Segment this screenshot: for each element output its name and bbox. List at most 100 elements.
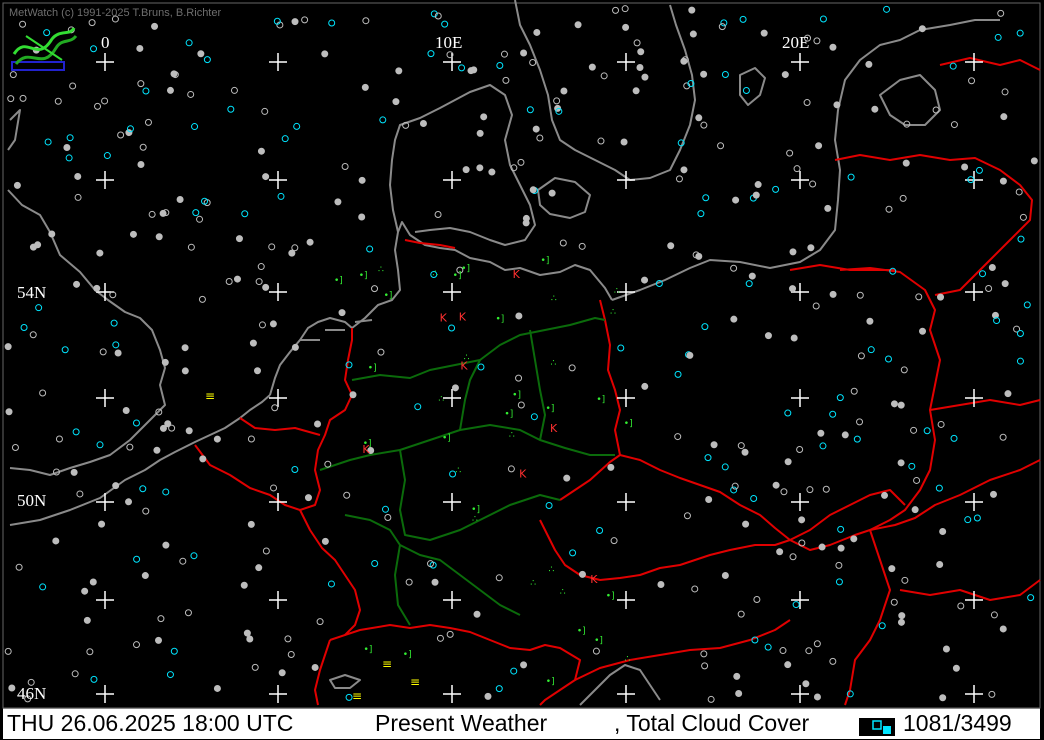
cloud-cover-symbol xyxy=(817,429,825,437)
cloud-cover-symbol xyxy=(641,382,649,390)
cloud-cover-symbol xyxy=(829,43,837,51)
cloud-cover-symbol xyxy=(733,672,741,680)
cloud-cover-symbol xyxy=(898,612,906,620)
rain-symbol: ∴ xyxy=(530,578,536,588)
thunderstorm-symbol: K xyxy=(590,573,598,586)
cloud-cover-symbol xyxy=(837,544,845,552)
cloud-cover-symbol xyxy=(122,406,130,414)
cloud-cover-symbol xyxy=(897,459,905,467)
cloud-cover-symbol xyxy=(700,70,708,78)
cloud-cover-symbol xyxy=(137,161,145,169)
cloud-cover-symbol xyxy=(789,285,797,293)
cloud-cover-symbol xyxy=(890,400,898,408)
rain-symbol: ∴ xyxy=(509,431,515,441)
cloud-cover-symbol xyxy=(578,570,586,578)
cloud-cover-symbol xyxy=(911,506,919,514)
rain-symbol: •] xyxy=(453,271,462,281)
cloud-cover-symbol xyxy=(334,198,342,206)
cloud-cover-symbol xyxy=(680,57,688,65)
cloud-cover-symbol xyxy=(919,327,927,335)
rain-symbol: •] xyxy=(471,505,480,515)
cloud-cover-symbol xyxy=(721,572,729,580)
lat-label-46n: 46N xyxy=(17,684,47,703)
cloud-cover-symbol xyxy=(818,543,826,551)
cloud-cover-symbol xyxy=(990,490,998,498)
fog-symbol: ≡ xyxy=(352,689,362,703)
cloud-cover-symbol xyxy=(83,616,91,624)
cloud-cover-symbol xyxy=(1001,280,1009,288)
rain-symbol: •] xyxy=(495,315,504,325)
cloud-cover-symbol xyxy=(871,105,879,113)
cloud-cover-symbol xyxy=(358,176,366,184)
cloud-cover-symbol xyxy=(13,181,21,189)
rain-symbol: •] xyxy=(359,271,368,281)
rain-symbol: •] xyxy=(541,256,550,266)
cloud-cover-symbol xyxy=(233,275,241,283)
status-bar: THU 26.06.2025 18:00 UTC Present Weather… xyxy=(3,708,1040,739)
cloud-cover-symbol xyxy=(688,6,696,14)
cloud-cover-symbol xyxy=(4,343,12,351)
cloud-cover-symbol xyxy=(988,263,996,271)
cloud-cover-symbol xyxy=(902,159,910,167)
cloud-cover-symbol xyxy=(813,693,821,701)
cloud-cover-symbol xyxy=(253,367,261,375)
cloud-cover-symbol xyxy=(249,339,257,347)
cloud-cover-symbol xyxy=(730,315,738,323)
rain-symbol: •] xyxy=(594,636,603,646)
cloud-cover-symbol xyxy=(161,358,169,366)
rain-symbol: •] xyxy=(364,645,373,655)
rain-symbol: ∴ xyxy=(614,287,620,297)
cloud-cover-symbol xyxy=(181,344,189,352)
cloud-cover-symbol xyxy=(574,21,582,29)
cloud-cover-symbol xyxy=(151,22,159,30)
cloud-cover-symbol xyxy=(93,284,101,292)
rain-symbol: ∴ xyxy=(610,308,616,318)
cloud-cover-symbol xyxy=(213,435,221,443)
cloud-cover-symbol xyxy=(321,50,329,58)
lon-label-10e: 10E xyxy=(435,33,463,52)
weather-map[interactable]: •]∴∴∴∴∴•]K•]•]•]•]•]∴•]•]∴ •]•]∴•]•]•]KK•… xyxy=(0,0,1044,740)
cloud-cover-symbol xyxy=(125,129,133,137)
cloud-cover-symbol xyxy=(802,680,810,688)
cloud-cover-symbol xyxy=(897,401,905,409)
cloud-cover-symbol xyxy=(462,166,470,174)
cloud-cover-symbol xyxy=(181,367,189,375)
cloud-cover-symbol xyxy=(89,578,97,586)
station-counter: 1081/3499 xyxy=(903,710,1012,736)
cloud-cover-symbol xyxy=(532,125,540,133)
cloud-cover-symbol xyxy=(431,578,439,586)
overlay-label: , Total Cloud Cover xyxy=(614,710,810,736)
cloud-cover-symbol xyxy=(136,44,144,52)
rain-symbol: ∴ xyxy=(455,466,461,476)
cloud-cover-symbol xyxy=(278,669,286,677)
cloud-cover-symbol xyxy=(897,618,905,626)
cloud-cover-symbol xyxy=(888,565,896,573)
cloud-cover-symbol xyxy=(732,196,740,204)
cloud-cover-symbol xyxy=(246,635,254,643)
cloud-cover-symbol xyxy=(1000,113,1008,121)
cloud-cover-symbol xyxy=(1030,157,1038,165)
cloud-cover-symbol xyxy=(314,420,322,428)
fog-symbol: ≡ xyxy=(205,389,215,403)
rain-symbol: •] xyxy=(546,404,555,414)
cloud-cover-symbol xyxy=(476,129,484,137)
cloud-cover-symbol xyxy=(269,320,277,328)
cloud-cover-legend-icon[interactable] xyxy=(859,718,895,736)
rain-symbol: ∴ xyxy=(378,265,384,275)
rain-symbol: •] xyxy=(403,650,412,660)
cloud-cover-symbol xyxy=(395,67,403,75)
rain-symbol: ∴ xyxy=(472,515,478,525)
cloud-cover-symbol xyxy=(850,535,858,543)
map-frame: •] ∴ ∴ ∴ ∴ ∴ •] K •] •] •] •] •] ∴ •] •] ∴ •] •] ∴ •] •] •] K K •… xyxy=(0,0,1044,740)
cloud-cover-symbol xyxy=(705,496,713,504)
cloud-cover-symbol xyxy=(240,581,248,589)
cloud-cover-symbol xyxy=(141,572,149,580)
rain-symbol: ∴ xyxy=(550,358,556,368)
cloud-cover-symbol xyxy=(667,242,675,250)
cloud-cover-symbol xyxy=(185,427,193,435)
cloud-cover-symbol xyxy=(790,334,798,342)
cloud-cover-symbol xyxy=(560,87,568,95)
credit-text: MetWatch (c) 1991-2025 T.Bruns, B.Richte… xyxy=(9,7,222,19)
cloud-cover-symbol xyxy=(73,280,81,288)
cloud-cover-symbol xyxy=(622,23,630,31)
